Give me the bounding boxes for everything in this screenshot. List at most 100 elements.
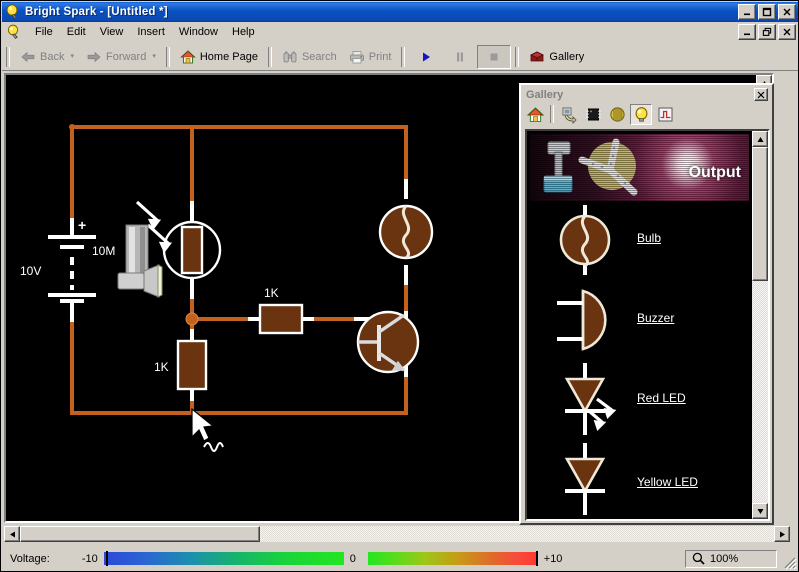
gallery-content[interactable]: Output Bulb	[525, 129, 770, 521]
resize-grip[interactable]	[783, 556, 797, 570]
print-button[interactable]: Print	[343, 45, 398, 69]
play-icon	[418, 49, 434, 65]
voltage-gradient-right	[368, 552, 536, 565]
minimize-button[interactable]	[738, 4, 756, 20]
hscroll-right-button[interactable]	[774, 526, 790, 542]
menu-insert[interactable]: Insert	[130, 24, 172, 40]
voltage-zero-label: 0	[344, 553, 362, 565]
mdi-client-area: + 10V 10M	[2, 71, 799, 525]
home-page-button[interactable]: Home Page	[174, 45, 264, 69]
gallery-item-list: Output Bulb	[527, 131, 752, 519]
status-bar: Voltage: -10 0 +10 100%	[2, 546, 799, 571]
gallery-graph-icon[interactable]	[654, 104, 676, 125]
toolbar-separator	[515, 47, 519, 67]
mdi-restore-button[interactable]	[758, 24, 776, 40]
voltage-marker-min	[106, 551, 108, 566]
menu-file[interactable]: File	[28, 24, 60, 40]
print-label: Print	[369, 51, 392, 63]
hscroll-thumb[interactable]	[20, 526, 260, 542]
binoculars-icon	[282, 49, 298, 65]
gallery-item-label[interactable]: Buzzer	[637, 311, 674, 325]
menu-window[interactable]: Window	[172, 24, 225, 40]
led-symbol	[545, 443, 625, 517]
gallery-scroll-thumb[interactable]	[752, 147, 768, 281]
gallery-toolbar	[521, 102, 772, 126]
zoom-level-label: 100%	[710, 553, 738, 565]
canvas-horizontal-scrollbar[interactable]	[2, 525, 799, 543]
arrow-left-icon	[20, 49, 36, 65]
gallery-home-icon[interactable]	[524, 104, 546, 125]
pause-button[interactable]	[443, 45, 477, 69]
battery-symbol	[48, 235, 96, 303]
toolbar-separator	[268, 47, 272, 67]
resistor-base-label: 1K	[264, 286, 279, 300]
menu-edit[interactable]: Edit	[60, 24, 93, 40]
run-button[interactable]	[409, 45, 443, 69]
gallery-item-buzzer[interactable]: Buzzer	[527, 281, 752, 361]
forward-button[interactable]: Forward ▾	[80, 45, 162, 69]
search-button[interactable]: Search	[276, 45, 343, 69]
torch-tool	[118, 225, 162, 297]
wire-draw-cursor	[192, 409, 223, 451]
application-window: Bright Spark - [Untitled *] File Edit Vi…	[0, 0, 799, 572]
bulb-symbol	[545, 203, 625, 277]
gallery-label: Gallery	[549, 51, 584, 63]
menu-view[interactable]: View	[93, 24, 131, 40]
ldr-symbol	[137, 202, 220, 278]
gallery-banner: Output	[530, 134, 749, 201]
stop-icon	[486, 49, 502, 65]
zoom-status-panel[interactable]: 100%	[685, 550, 777, 568]
toolbar-separator	[166, 47, 170, 67]
battery-polarity-label: +	[78, 217, 86, 233]
pause-icon	[452, 49, 468, 65]
voltage-gradient-left	[104, 552, 344, 565]
bulb-symbol	[380, 206, 432, 258]
title-bar: Bright Spark - [Untitled *]	[2, 2, 799, 22]
window-controls	[738, 4, 796, 20]
window-title: Bright Spark - [Untitled *]	[25, 6, 168, 18]
forward-dropdown-icon[interactable]: ▾	[152, 53, 156, 60]
gallery-panel[interactable]: Gallery	[519, 83, 774, 525]
gallery-item-bulb[interactable]: Bulb	[527, 201, 752, 281]
mdi-minimize-button[interactable]	[738, 24, 756, 40]
arrow-right-icon	[86, 49, 102, 65]
voltage-marker-max	[536, 551, 538, 566]
hscroll-left-button[interactable]	[4, 526, 20, 542]
gallery-input-icon[interactable]	[558, 104, 580, 125]
gallery-item-yellow-led[interactable]: Yellow LED	[527, 441, 752, 519]
document-lightbulb-icon	[6, 24, 22, 40]
stop-button[interactable]	[477, 45, 511, 69]
printer-icon	[349, 49, 365, 65]
gallery-close-button[interactable]	[754, 88, 768, 101]
gallery-banner-label: Output	[689, 164, 741, 182]
gallery-output-icon[interactable]	[630, 104, 652, 125]
gallery-process-icon[interactable]	[606, 104, 628, 125]
mdi-child-controls	[738, 24, 796, 40]
gallery-item-label[interactable]: Bulb	[637, 231, 661, 245]
gallery-item-label[interactable]: Red LED	[637, 391, 686, 405]
back-dropdown-icon[interactable]: ▾	[70, 53, 74, 60]
back-label: Back	[40, 51, 64, 63]
mdi-close-button[interactable]	[778, 24, 796, 40]
lightbulb-icon	[5, 4, 21, 20]
gallery-scroll-up-button[interactable]	[752, 131, 768, 147]
gallery-item-label[interactable]: Yellow LED	[637, 475, 698, 489]
resistor-pulldown-label: 1K	[154, 360, 169, 374]
back-button[interactable]: Back ▾	[14, 45, 80, 69]
gallery-ic-icon[interactable]	[582, 104, 604, 125]
gallery-item-red-led[interactable]: Red LED	[527, 361, 752, 441]
resistor-pulldown-symbol	[178, 341, 206, 389]
gallery-box-icon	[529, 49, 545, 65]
maximize-button[interactable]	[758, 4, 776, 20]
home-icon	[180, 49, 196, 65]
toolbar: Back ▾ Forward ▾ Home Page	[2, 43, 799, 71]
gallery-scroll-down-button[interactable]	[752, 503, 768, 519]
gallery-vertical-scrollbar[interactable]	[752, 131, 768, 519]
gallery-toolbar-separator	[550, 105, 554, 123]
voltage-min-label: -10	[72, 553, 98, 565]
close-button[interactable]	[778, 4, 796, 20]
gallery-button[interactable]: Gallery	[523, 45, 590, 69]
menu-help[interactable]: Help	[225, 24, 262, 40]
gallery-title: Gallery	[526, 89, 563, 101]
search-label: Search	[302, 51, 337, 63]
